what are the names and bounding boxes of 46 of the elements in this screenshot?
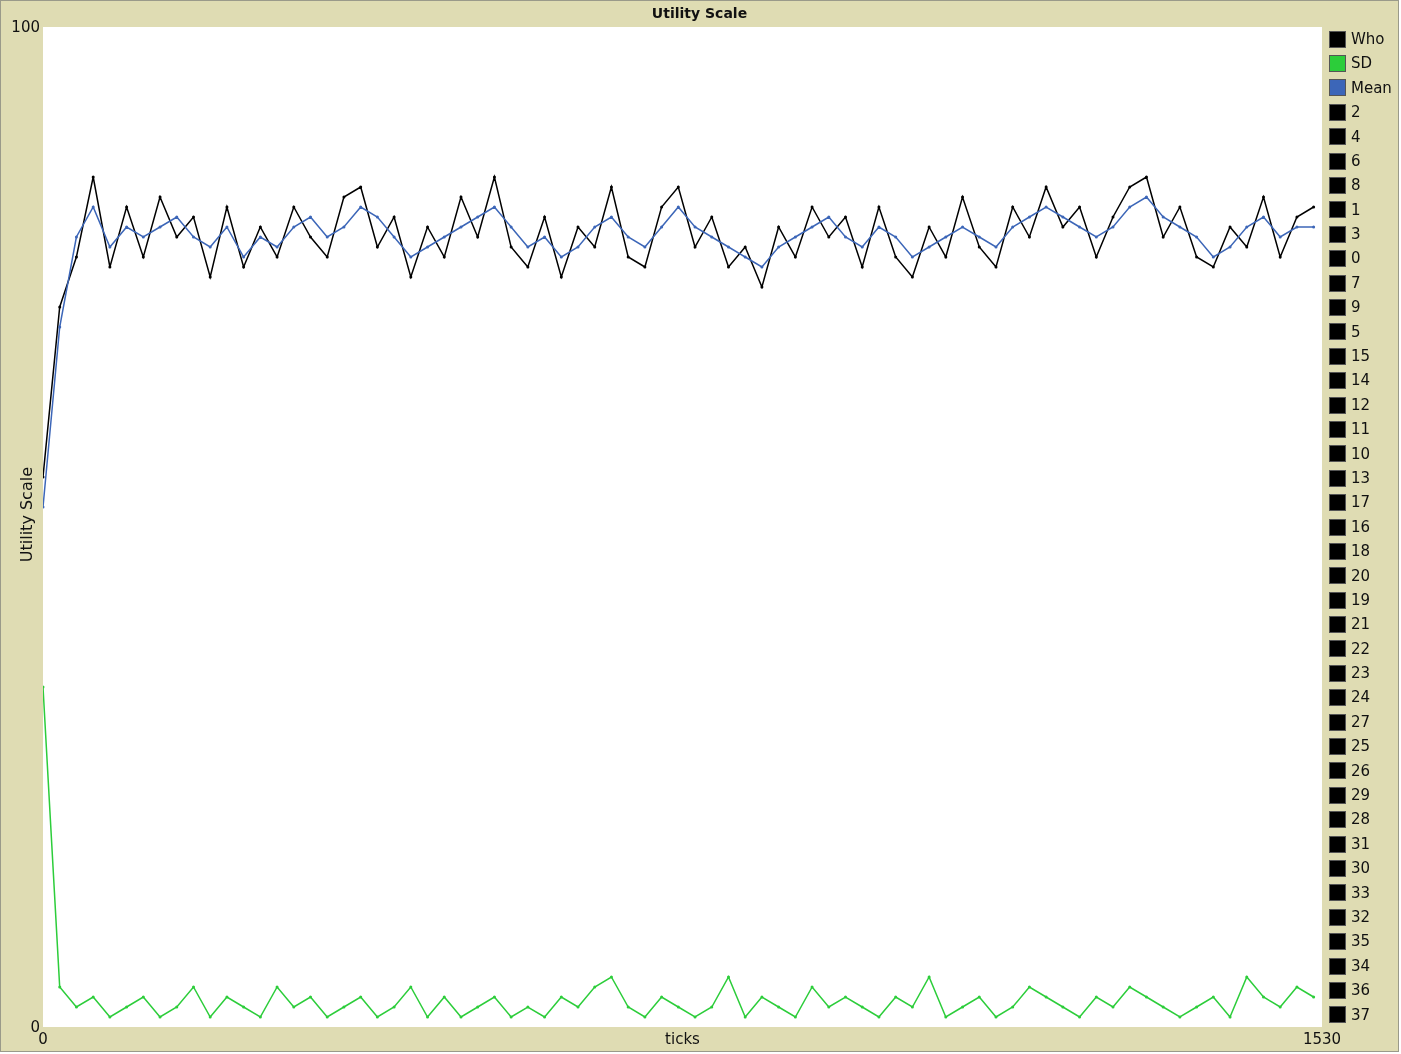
legend-label: Mean — [1351, 77, 1392, 99]
x-axis-label: ticks — [665, 1029, 700, 1050]
legend-label: 29 — [1351, 785, 1371, 807]
y-tick-label: 100 — [11, 18, 40, 36]
chart-title: Utility Scale — [651, 5, 748, 22]
legend-label: 33 — [1351, 882, 1371, 904]
legend-label: 13 — [1351, 467, 1371, 489]
x-tick-label: 1530 — [1302, 1029, 1342, 1050]
legend-label: 25 — [1351, 736, 1371, 758]
legend-label: 19 — [1351, 589, 1371, 611]
legend-label: 9 — [1351, 297, 1361, 319]
legend-label: 15 — [1351, 346, 1371, 367]
legend-label: 24 — [1351, 687, 1371, 709]
legend-label: SD — [1351, 53, 1373, 75]
legend-label: 27 — [1351, 711, 1371, 733]
legend-label: 10 — [1351, 443, 1371, 465]
legend-label: 21 — [1351, 614, 1371, 636]
legend-label: Who — [1351, 28, 1385, 50]
legend-label: 7 — [1351, 272, 1361, 294]
legend-label: 34 — [1351, 955, 1371, 977]
legend-label: 28 — [1351, 809, 1371, 831]
legend-label: 11 — [1351, 419, 1371, 441]
legend-label: 16 — [1351, 516, 1371, 538]
legend-label: 6 — [1351, 150, 1361, 172]
legend-label: 20 — [1351, 565, 1371, 587]
y-axis-label: Utility Scale — [16, 467, 37, 563]
legend-label: 8 — [1351, 175, 1361, 197]
legend-label: 22 — [1351, 638, 1371, 660]
legend-label: 23 — [1351, 663, 1371, 685]
legend-label: 36 — [1351, 980, 1371, 1002]
legend-label: 37 — [1351, 1004, 1371, 1026]
legend-label: 26 — [1351, 760, 1371, 782]
legend-label: 30 — [1351, 858, 1371, 880]
legend-label: 31 — [1351, 833, 1371, 855]
legend-label: 2 — [1351, 102, 1361, 124]
legend-label: 4 — [1351, 126, 1361, 148]
legend-label: 1 — [1351, 199, 1361, 221]
legend-label: 14 — [1351, 370, 1371, 392]
legend-label: 18 — [1351, 541, 1371, 563]
legend-label: 0 — [1351, 248, 1361, 270]
legend-label: 32 — [1351, 907, 1371, 928]
legend-label: 3 — [1351, 224, 1361, 246]
legend-label: 5 — [1351, 321, 1361, 343]
legend-label: 35 — [1351, 931, 1371, 953]
legend-label: 17 — [1351, 492, 1371, 514]
legend-label: 12 — [1351, 394, 1371, 416]
